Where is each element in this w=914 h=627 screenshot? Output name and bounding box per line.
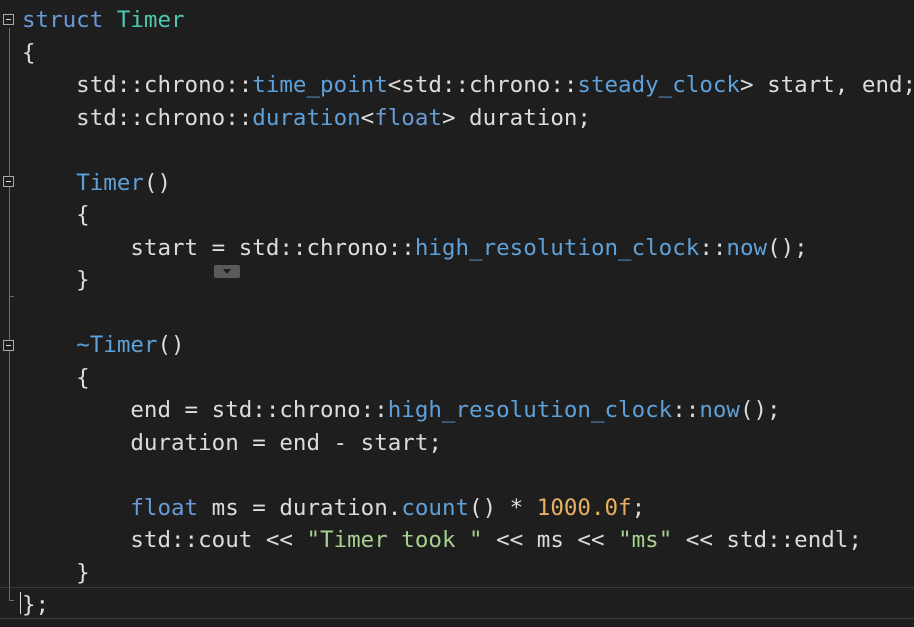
current-line-highlight (0, 587, 914, 619)
collapse-destructor-icon[interactable] (3, 340, 14, 351)
code-token: { (22, 202, 90, 228)
code-token: std::chrono:: (22, 104, 253, 131)
code-token: high_resolution_clock (387, 397, 673, 423)
code-token: float (130, 494, 199, 521)
code-token: std::chrono:: (22, 72, 253, 98)
code-token: now (726, 234, 768, 261)
code-line[interactable]: Timer() (22, 167, 171, 199)
code-token: () (143, 169, 172, 196)
collapse-struct-icon[interactable] (3, 14, 14, 25)
code-token: struct (22, 7, 104, 33)
code-token: high_resolution_clock (414, 234, 700, 261)
code-token: < (360, 104, 375, 131)
code-token: () * (469, 494, 537, 521)
code-line[interactable]: ~Timer() (22, 329, 185, 361)
code-token: time_point (252, 72, 388, 98)
code-token: count (401, 494, 470, 521)
code-token: :: (672, 397, 700, 423)
code-line[interactable]: std::chrono::duration<float> duration; (22, 102, 591, 134)
text-caret (20, 592, 21, 614)
fold-guide-struct (9, 28, 10, 600)
smart-tag-dropdown-icon[interactable] (214, 265, 240, 278)
code-token: <std::chrono:: (387, 72, 578, 98)
code-token: () (157, 332, 185, 358)
code-token: { (22, 364, 90, 391)
code-token: steady_clock (577, 72, 740, 98)
code-token: ms = duration. (198, 494, 402, 521)
code-line[interactable]: }; (22, 589, 49, 621)
code-line[interactable]: } (22, 264, 90, 296)
code-token: << ms << (482, 527, 619, 553)
code-token: :: (699, 234, 727, 261)
code-token: > duration; (441, 104, 591, 131)
code-token: (); (739, 397, 781, 423)
code-token: end = std::chrono:: (22, 397, 388, 423)
code-token: "ms" (618, 527, 673, 553)
code-token: }; (22, 592, 50, 618)
code-token: ; (631, 494, 646, 521)
code-token: (); (767, 234, 808, 261)
code-token: 1000.0f (536, 494, 632, 521)
collapse-constructor-icon[interactable] (3, 176, 14, 187)
code-token: float (374, 104, 442, 131)
code-token: { (22, 39, 36, 66)
code-line[interactable]: std::chrono::time_point<std::chrono::ste… (22, 69, 914, 101)
code-line[interactable]: { (22, 37, 36, 69)
code-token: << std::endl; (672, 527, 862, 553)
code-token: "Timer took " (306, 527, 483, 553)
code-line[interactable]: end = std::chrono::high_resolution_clock… (22, 394, 781, 426)
code-token: ~Timer (76, 332, 158, 358)
code-line[interactable]: } (22, 557, 90, 589)
editor-gutter (0, 0, 20, 627)
code-token: } (22, 559, 90, 586)
fold-end-tick (9, 296, 14, 297)
code-editor[interactable]: struct Timer{ std::chrono::time_point<st… (0, 0, 914, 627)
code-token: } (22, 267, 90, 293)
code-token: std::cout << (22, 527, 307, 553)
code-token: now (699, 397, 740, 423)
code-line[interactable]: struct Timer (22, 4, 185, 36)
code-token: start = std::chrono:: (22, 234, 415, 261)
code-token: Timer (76, 169, 144, 196)
code-line[interactable]: float ms = duration.count() * 1000.0f; (22, 492, 645, 524)
code-line[interactable]: { (22, 199, 90, 231)
code-line[interactable]: duration = end - start; (22, 427, 442, 459)
code-line[interactable]: { (22, 362, 90, 394)
code-token: > start, end; (739, 72, 914, 98)
code-token: Timer (116, 7, 185, 33)
code-token: duration (252, 104, 361, 131)
code-line[interactable]: start = std::chrono::high_resolution_clo… (22, 232, 808, 264)
code-token: duration = end - start; (22, 429, 442, 456)
code-line[interactable]: std::cout << "Timer took " << ms << "ms"… (22, 524, 862, 556)
